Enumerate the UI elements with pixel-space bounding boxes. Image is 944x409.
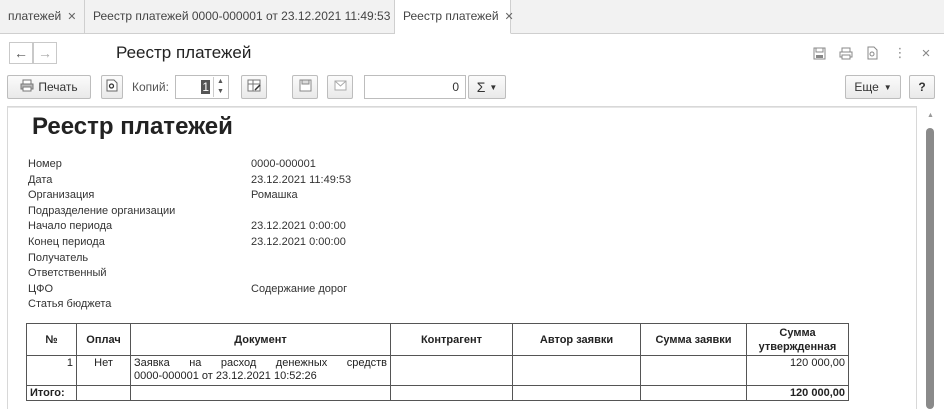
payments-table: № Оплач Документ Контрагент Автор заявки… (26, 323, 849, 401)
cell-document[interactable]: Заявка на расход денежных средств 0000-0… (130, 355, 391, 386)
tab-payments[interactable]: платежей ✕ (0, 0, 85, 33)
chevron-down-icon: ▼ (489, 82, 498, 92)
forward-button[interactable]: → (33, 42, 57, 64)
copies-value: 1 (201, 80, 210, 94)
back-arrow-icon: ← (14, 45, 28, 61)
vertical-scrollbar[interactable]: ▲ (918, 106, 944, 409)
page-title: Реестр платежей (116, 43, 252, 62)
close-icon[interactable]: ✕ (505, 10, 514, 23)
sigma-icon: Σ (476, 79, 486, 95)
document-line: Заявка на расход денежных средств (134, 357, 387, 369)
info-key: Конец периода (28, 235, 105, 248)
info-key: Дата (28, 173, 53, 186)
info-key: Статья бюджета (28, 298, 112, 311)
tab-label: платежей (8, 9, 62, 23)
floppy-icon (299, 79, 312, 95)
info-key: Начало периода (28, 220, 113, 233)
tab-registry-print[interactable]: Реестр платежей ✕ (395, 0, 514, 34)
more-label: Еще (854, 80, 879, 94)
col-header-sum-request: Сумма заявки (640, 323, 747, 356)
toolbar: Печать Копий: 1 ▲ ▼ 0 Σ ▼ Еще ▼ ? (0, 72, 944, 102)
total-empty-cell (390, 385, 513, 401)
col-header-author: Автор заявки (512, 323, 641, 356)
cell-sum-approved: 120 000,00 (746, 355, 849, 386)
save-icon[interactable] (811, 45, 827, 61)
tab-label: Реестр платежей (403, 9, 499, 23)
col-header-sum-approved: Сумма утвержденная (746, 323, 849, 356)
info-value: Содержание дорог (251, 282, 348, 295)
info-value: Ромашка (251, 189, 298, 202)
edit-table-icon (247, 79, 261, 95)
info-key: Номер (28, 158, 62, 170)
total-label: Итого: (26, 385, 77, 401)
print-label: Печать (38, 80, 78, 94)
col-header-document: Документ (130, 323, 391, 356)
send-email-button[interactable] (327, 75, 353, 99)
more-actions-icon[interactable]: ⋮ (892, 45, 908, 61)
more-button[interactable]: Еще ▼ (845, 75, 901, 99)
tab-bar: платежей ✕ Реестр платежей 0000-000001 о… (0, 0, 944, 34)
total-empty-cell (76, 385, 131, 401)
sum-field[interactable]: 0 (364, 75, 466, 99)
info-key: Ответственный (28, 267, 107, 280)
total-empty-cell (512, 385, 641, 401)
scrollbar-thumb[interactable] (926, 128, 934, 409)
total-empty-cell (130, 385, 391, 401)
print-icon[interactable] (838, 45, 854, 61)
magnifier-icon (106, 79, 118, 95)
forward-arrow-icon: → (38, 45, 52, 61)
cell-paid: Нет (76, 355, 131, 386)
table-total-row: Итого: 120 000,00 (26, 385, 849, 401)
info-key: Получатель (28, 251, 89, 264)
cell-author (512, 355, 641, 386)
cell-number: 1 (26, 355, 77, 386)
sum-mode-button[interactable]: Σ ▼ (468, 75, 506, 99)
envelope-icon (334, 80, 347, 94)
col-header-contractor: Контрагент (390, 323, 513, 356)
col-header-number: № (26, 323, 77, 356)
scroll-up-icon[interactable]: ▲ (927, 112, 934, 119)
spreadsheet-document[interactable]: Реестр платежей Номер 0000-000001 Дата 23.… (7, 106, 917, 409)
close-window-icon[interactable]: × (918, 45, 934, 62)
print-button[interactable]: Печать (7, 75, 91, 99)
info-value: 23.12.2021 0:00:00 (251, 235, 346, 248)
total-empty-cell (640, 385, 747, 401)
close-icon[interactable]: ✕ (67, 10, 76, 23)
cell-contractor (390, 355, 513, 386)
back-button[interactable]: ← (9, 42, 33, 64)
info-key: ЦФО (28, 282, 54, 295)
total-value: 120 000,00 (746, 385, 849, 401)
spinner-icon[interactable]: ▲ ▼ (213, 77, 227, 97)
table-header-row: № Оплач Документ Контрагент Автор заявки… (26, 323, 849, 356)
sum-value: 0 (452, 80, 459, 94)
chevron-down-icon: ▼ (883, 82, 892, 92)
help-button[interactable]: ? (909, 75, 935, 99)
copies-label: Копий: (132, 80, 169, 94)
document-title: Реестр платежей (32, 113, 233, 140)
cell-sum-request (640, 355, 747, 386)
preview-icon[interactable] (864, 45, 880, 61)
table-row[interactable]: 1 Нет Заявка на расход денежных средств … (26, 355, 849, 386)
preview-button[interactable] (101, 75, 123, 99)
info-key: Подразделение организации (28, 204, 176, 217)
tab-label: Реестр платежей 0000-000001 от 23.12.202… (93, 9, 391, 23)
info-value: 23.12.2021 11:49:53 (251, 173, 352, 186)
info-value: 0000-000001 (251, 158, 316, 170)
document-line: 0000-000001 от 23.12.2021 10:52:26 (134, 370, 317, 382)
printer-icon (20, 79, 34, 95)
edit-mode-button[interactable] (241, 75, 267, 99)
info-value: 23.12.2021 0:00:00 (251, 220, 346, 233)
title-bar: ← → Реестр платежей ⋮ × (0, 34, 944, 70)
info-key: Организация (28, 189, 95, 202)
col-header-paid: Оплач (76, 323, 131, 356)
help-label: ? (918, 80, 926, 94)
tab-registry-document[interactable]: Реестр платежей 0000-000001 от 23.12.202… (85, 0, 406, 33)
copies-field[interactable]: 1 ▲ ▼ (175, 75, 229, 99)
save-button[interactable] (292, 75, 318, 99)
